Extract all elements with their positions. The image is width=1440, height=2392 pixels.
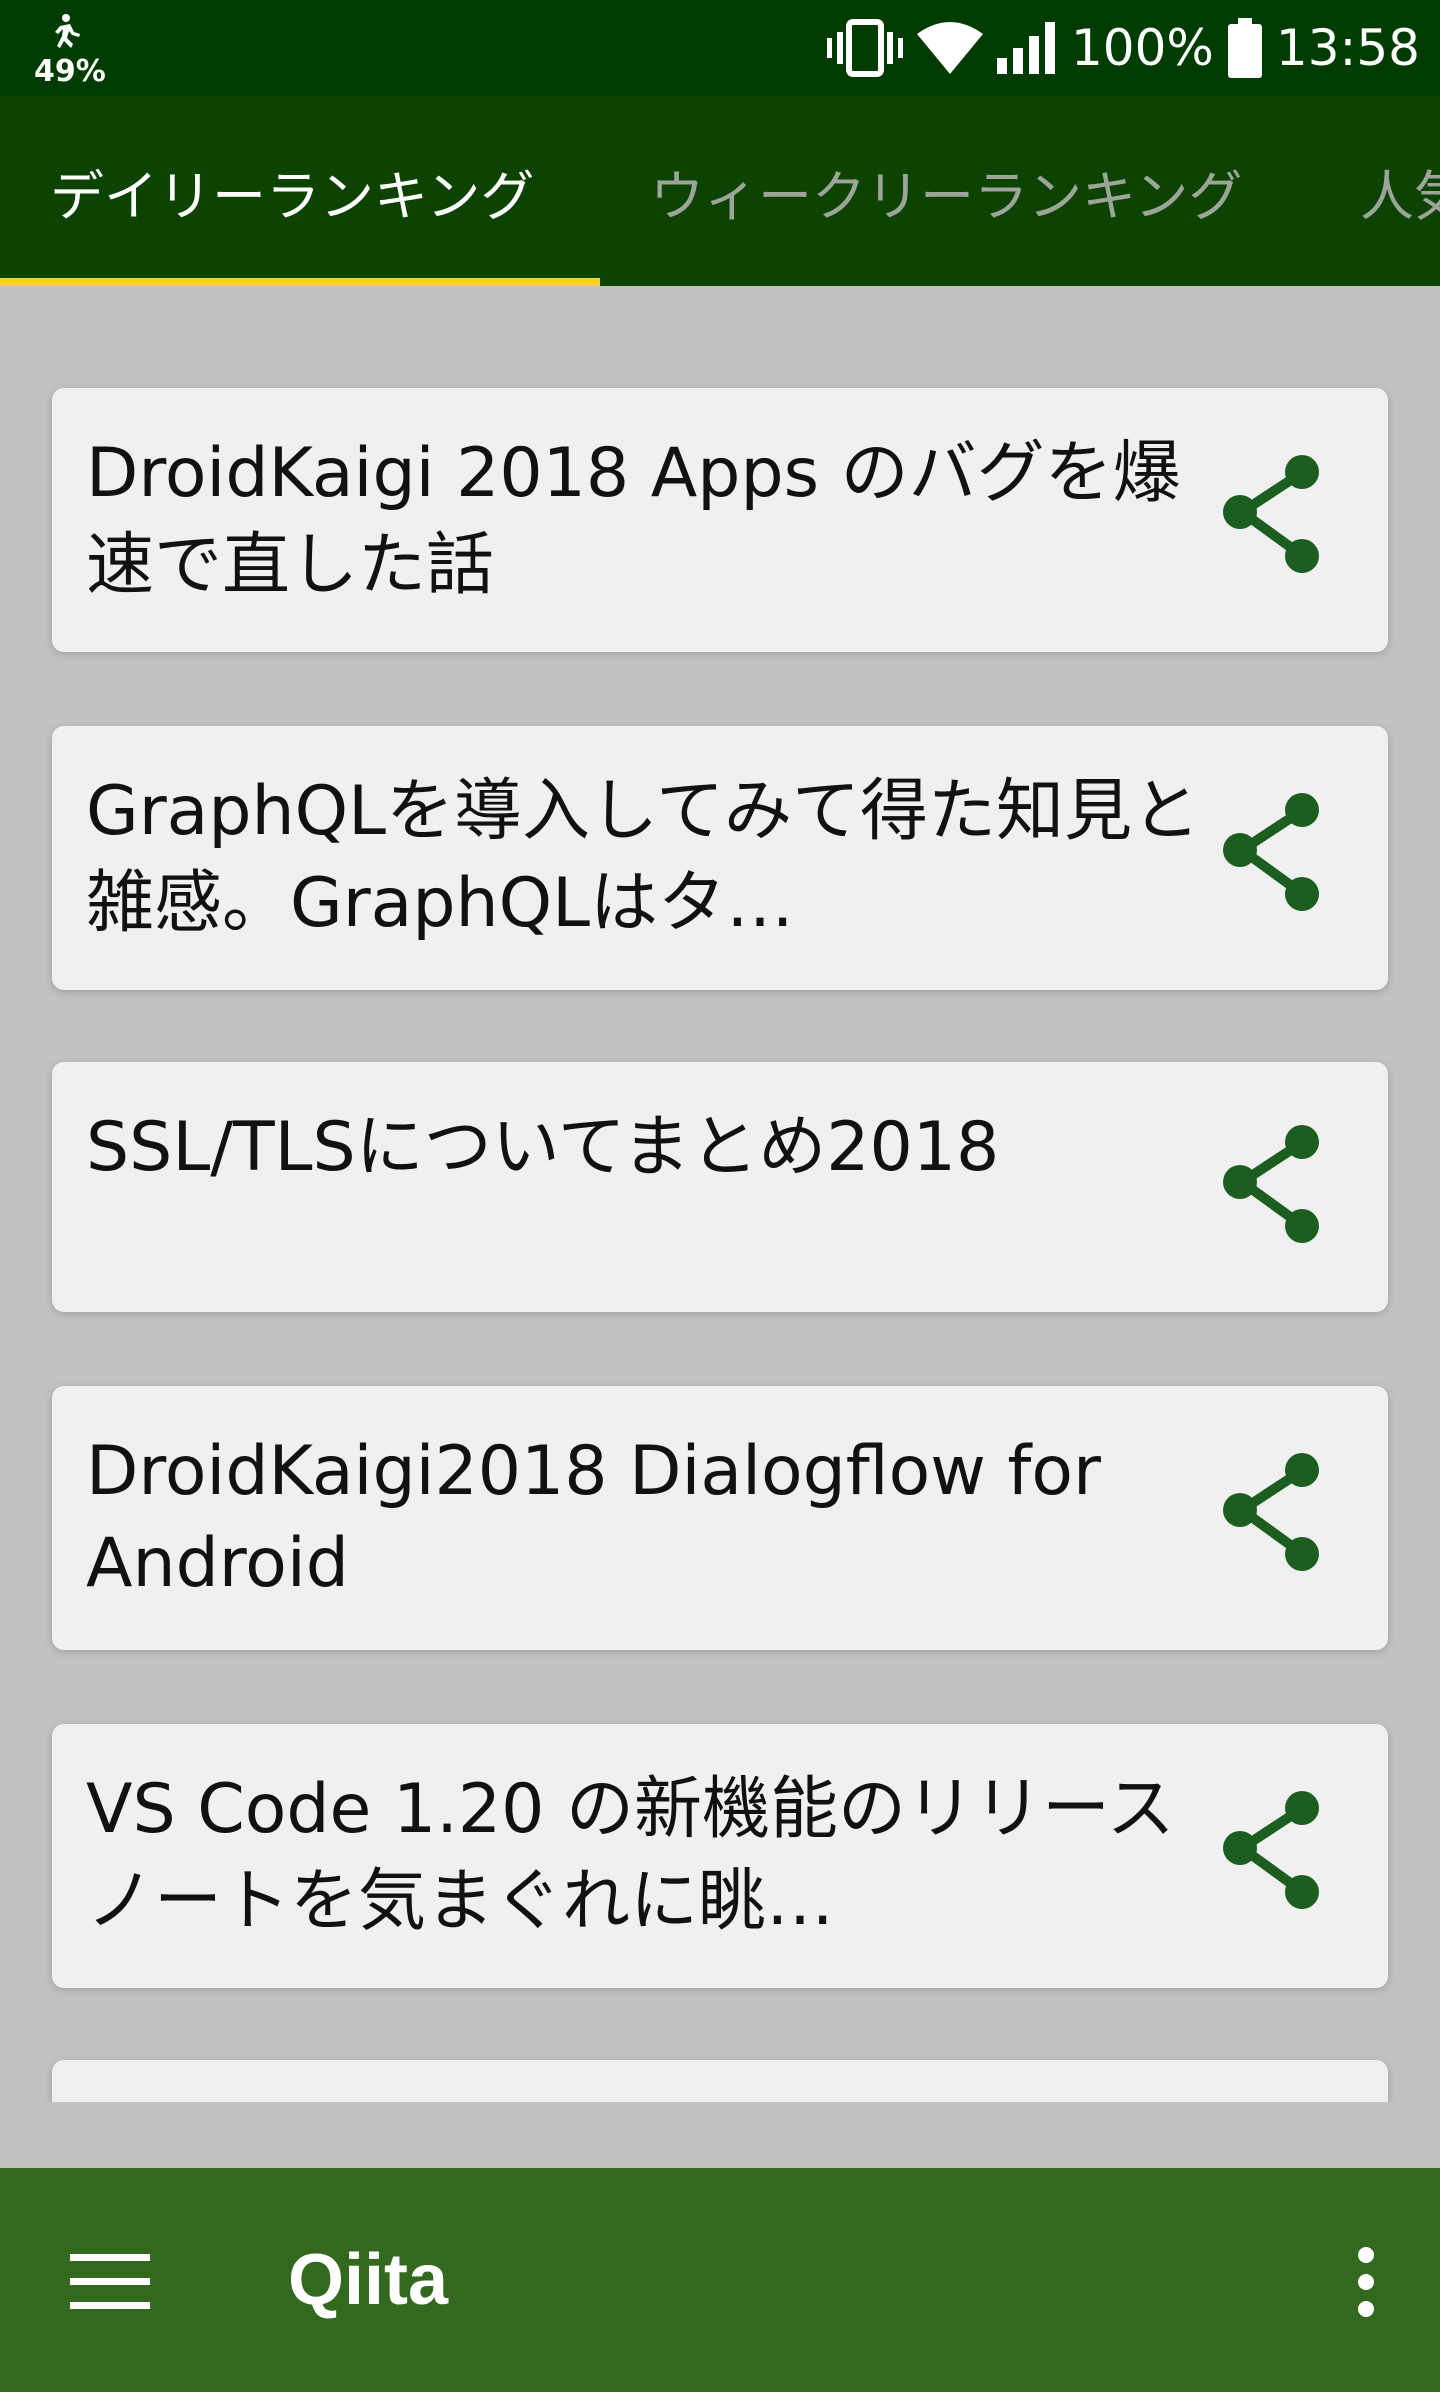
selected-tab-indicator xyxy=(0,278,600,286)
tab-weekly-ranking[interactable]: ウィークリーランキング xyxy=(650,96,1242,286)
article-card[interactable]: DroidKaigi2018 Dialogflow for Android xyxy=(52,1386,1388,1650)
article-card-partial[interactable] xyxy=(52,2060,1388,2102)
wifi-icon xyxy=(916,22,983,74)
share-icon xyxy=(1223,1453,1319,1571)
share-icon xyxy=(1223,1125,1319,1243)
status-left-group: 49% xyxy=(34,14,106,89)
article-card[interactable]: SSL/TLSについてまとめ2018 xyxy=(52,1062,1388,1312)
menu-button[interactable] xyxy=(62,2242,158,2322)
clock: 13:58 xyxy=(1275,19,1420,77)
battery-percent: 100% xyxy=(1070,19,1214,77)
battery-icon xyxy=(1227,18,1262,78)
share-icon xyxy=(1223,793,1319,911)
share-button[interactable] xyxy=(1212,1448,1332,1578)
share-button[interactable] xyxy=(1212,1786,1332,1916)
status-right-group: 100% 13:58 xyxy=(826,0,1420,96)
person-running-icon xyxy=(55,14,80,48)
overflow-menu-button[interactable] xyxy=(1326,2232,1406,2332)
article-card[interactable]: GraphQLを導入してみて得た知見と雑感。GraphQLはタ… xyxy=(52,726,1388,990)
article-title: DroidKaigi2018 Dialogflow for Android xyxy=(86,1432,1101,1603)
article-card[interactable]: DroidKaigi 2018 Apps のバグを爆速で直した話 xyxy=(52,388,1388,652)
article-title: SSL/TLSについてまとめ2018 xyxy=(86,1108,1000,1187)
article-list[interactable]: DroidKaigi 2018 Apps のバグを爆速で直した話 GraphQL… xyxy=(0,286,1440,2102)
vibrate-icon xyxy=(826,19,903,77)
article-title: GraphQLを導入してみて得た知見と雑感。GraphQLはタ… xyxy=(86,772,1200,943)
ranking-tab-bar: デイリーランキング ウィークリーランキング 人気 xyxy=(0,96,1440,286)
article-title: VS Code 1.20 の新機能のリリースノートを気まぐれに眺… xyxy=(86,1770,1175,1941)
share-button[interactable] xyxy=(1212,1120,1332,1250)
hamburger-menu-icon xyxy=(70,2254,150,2309)
share-icon xyxy=(1223,1791,1319,1909)
article-card[interactable]: VS Code 1.20 の新機能のリリースノートを気まぐれに眺… xyxy=(52,1724,1388,1988)
status-bar: 49% 100% 13:58 xyxy=(0,0,1440,96)
share-button[interactable] xyxy=(1212,788,1332,918)
bottom-app-bar: Qiita xyxy=(0,2168,1440,2392)
cell-signal-icon xyxy=(996,22,1055,74)
tab-daily-ranking[interactable]: デイリーランキング xyxy=(50,96,534,286)
article-title: DroidKaigi 2018 Apps のバグを爆速で直した話 xyxy=(86,434,1181,605)
share-button[interactable] xyxy=(1212,450,1332,580)
share-icon xyxy=(1223,455,1319,573)
app-title: Qiita xyxy=(288,2240,449,2320)
left-battery-percent: 49% xyxy=(34,54,106,89)
more-vertical-icon xyxy=(1358,2247,1374,2317)
tab-popular[interactable]: 人気 xyxy=(1360,96,1440,286)
